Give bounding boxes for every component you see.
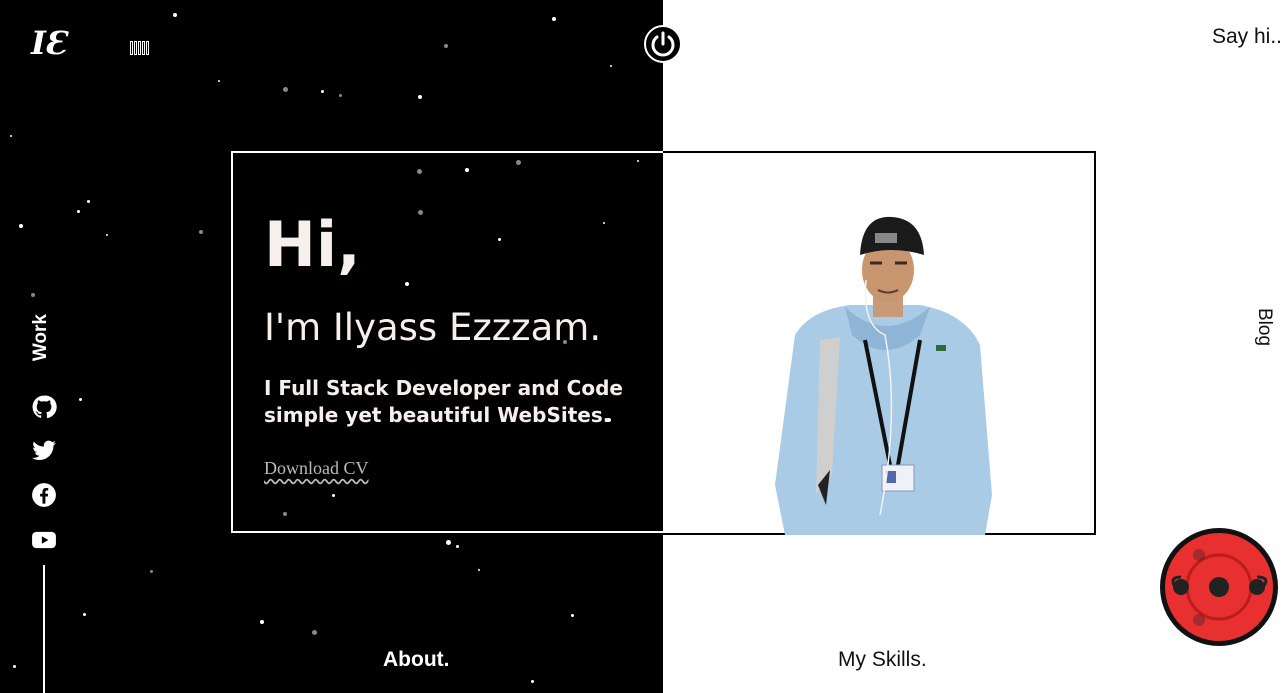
star-decoration (31, 293, 35, 297)
star-decoration (13, 665, 16, 668)
music-toggle-icon[interactable] (130, 41, 149, 55)
star-decoration (446, 540, 451, 545)
star-decoration (199, 230, 203, 234)
star-decoration (444, 44, 448, 48)
twitter-icon[interactable] (31, 438, 57, 464)
greeting-heading: Hi, (264, 208, 361, 281)
star-decoration (173, 13, 177, 17)
social-divider-line (43, 565, 45, 693)
work-link[interactable]: Work (30, 314, 52, 361)
my-skills-link[interactable]: My Skills. (838, 648, 927, 672)
facebook-icon[interactable] (31, 482, 57, 508)
star-decoration (10, 135, 12, 137)
profile-photo (775, 216, 992, 535)
star-decoration (87, 200, 90, 203)
star-decoration (552, 17, 556, 21)
site-logo[interactable]: IƐ (31, 24, 67, 62)
github-icon[interactable] (31, 394, 57, 420)
youtube-icon[interactable] (31, 527, 57, 553)
name-heading: I'm Ilyass Ezzzam. (264, 306, 602, 349)
star-decoration (150, 570, 153, 573)
star-decoration (79, 398, 82, 401)
star-decoration (283, 87, 288, 92)
sharingan-icon[interactable] (1159, 527, 1279, 647)
say-hi-link[interactable]: Say hi.. (1212, 25, 1282, 49)
star-decoration (339, 94, 342, 97)
star-decoration (106, 234, 108, 236)
download-cv-link[interactable]: Download CV (264, 458, 369, 479)
star-decoration (312, 630, 317, 635)
tagline-text: I Full Stack Developer and Code simple y… (264, 376, 623, 427)
star-decoration (321, 90, 324, 93)
power-icon (651, 31, 675, 57)
star-decoration (456, 545, 459, 548)
star-decoration (610, 65, 612, 67)
star-decoration (531, 680, 534, 683)
star-decoration (19, 224, 23, 228)
star-decoration (571, 614, 574, 617)
star-decoration (77, 210, 80, 213)
star-decoration (260, 620, 264, 624)
about-link[interactable]: About. (383, 648, 449, 672)
star-decoration (218, 80, 220, 82)
star-decoration (478, 569, 480, 571)
theme-toggle-button[interactable] (644, 25, 682, 63)
star-decoration (418, 95, 422, 99)
star-decoration (83, 613, 86, 616)
blog-link[interactable]: Blog (1253, 308, 1275, 346)
